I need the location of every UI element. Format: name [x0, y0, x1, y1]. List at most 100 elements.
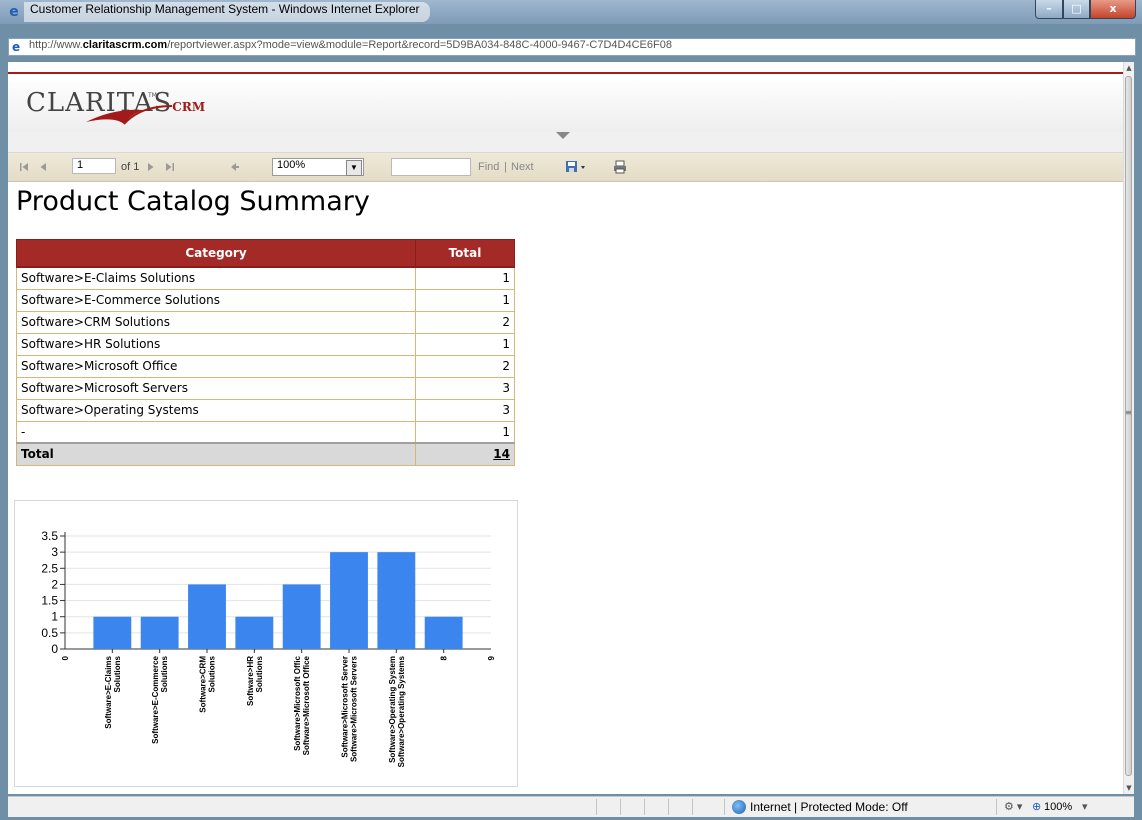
column-header-total[interactable]: Total — [415, 239, 515, 268]
vertical-scrollbar[interactable]: ▲ ≡ ▼ — [1123, 62, 1134, 794]
chart-bar — [235, 616, 274, 649]
x-label-line: 0 — [61, 655, 70, 660]
first-page-icon[interactable] — [18, 159, 30, 175]
table-row: Software>Microsoft Servers 3 — [16, 376, 515, 400]
status-divider — [692, 799, 693, 815]
category-cell: Software>CRM Solutions — [16, 310, 416, 334]
x-label-line: Software>Microsoft Office — [302, 655, 311, 755]
category-cell: - — [16, 420, 416, 444]
y-tick-label: 1 — [51, 610, 58, 624]
close-button[interactable]: x — [1090, 0, 1136, 19]
find-input[interactable] — [391, 158, 471, 176]
printer-icon[interactable] — [612, 159, 628, 175]
x-label-line: Software>HR — [246, 656, 255, 706]
category-cell: Software>Microsoft Servers — [16, 376, 416, 400]
chart-bar — [424, 616, 463, 649]
x-label-line: Solutions — [208, 655, 217, 692]
total-cell: 1 — [415, 288, 515, 312]
table-row: Software>E-Commerce Solutions 1 — [16, 288, 515, 312]
y-tick-label: 2 — [51, 577, 58, 591]
total-cell: 3 — [415, 398, 515, 422]
report-viewer: CLARITASCRM TM 1 of 1 100% ▼ Find | Next… — [8, 62, 1134, 794]
status-divider — [644, 799, 645, 815]
find-separator: | — [504, 161, 507, 173]
zoom-dropdown-icon[interactable]: ▾ — [1082, 797, 1088, 817]
x-label-line: Solutions — [160, 655, 169, 692]
category-cell: Software>Microsoft Office — [16, 354, 416, 378]
chart-bar — [377, 552, 416, 649]
report-title: Product Catalog Summary — [16, 186, 370, 217]
address-bar[interactable]: e http://www.claritascrm.com/reportviewe… — [8, 38, 1136, 56]
zoom-select[interactable]: 100% ▼ — [272, 158, 364, 176]
page-number-input[interactable]: 1 — [72, 158, 116, 174]
ie-logo-icon: e — [9, 4, 19, 20]
zoom-level[interactable]: 100% — [1044, 797, 1072, 817]
page-icon: e — [12, 40, 21, 54]
zoom-icon[interactable]: ⊕ — [1032, 797, 1041, 817]
save-export-icon[interactable] — [564, 159, 588, 175]
previous-page-icon[interactable] — [38, 159, 48, 175]
window-controls: – □ x — [1035, 0, 1136, 20]
category-cell: Software>HR Solutions — [16, 332, 416, 356]
column-header-category[interactable]: Category — [16, 239, 416, 268]
y-tick-label: 1.5 — [41, 594, 58, 608]
last-page-icon[interactable] — [164, 159, 176, 175]
scroll-down-icon[interactable]: ▼ — [1124, 782, 1134, 794]
total-cell: 3 — [415, 376, 515, 400]
x-tick-label: Software>E-ClaimsSolutions — [104, 655, 122, 728]
table-row: Software>HR Solutions 1 — [16, 332, 515, 356]
find-link[interactable]: Find — [478, 159, 499, 175]
scroll-up-icon[interactable]: ▲ — [1124, 62, 1134, 74]
x-label-line: Software>Operating System — [388, 656, 397, 763]
status-divider — [724, 799, 725, 815]
security-settings-icon[interactable]: ⚙ ▾ — [1004, 797, 1022, 817]
report-toolbar: 1 of 1 100% ▼ Find | Next — [8, 153, 1124, 182]
x-label-line: Software>E-Claims — [104, 655, 113, 728]
chart-bar — [188, 584, 226, 649]
total-cell: 1 — [415, 266, 515, 290]
collapse-toggle[interactable] — [8, 132, 1124, 153]
minimize-button[interactable]: – — [1035, 0, 1063, 19]
chevron-down-icon[interactable] — [556, 132, 570, 139]
x-tick-label: Software>HRSolutions — [246, 655, 264, 706]
x-tick-label: Software>Microsoft ServerSoftware>Micros… — [341, 655, 359, 762]
y-tick-label: 3.5 — [41, 529, 58, 543]
x-label-line: Solutions — [113, 655, 122, 692]
total-cell: 1 — [415, 332, 515, 356]
table-header-row: Category Total — [16, 239, 515, 268]
x-tick-label: Software>Operating SystemSoftware>Operat… — [388, 655, 406, 767]
x-tick-label: Software>E-CommerceSolutions — [151, 655, 169, 743]
grip-icon: ≡ — [1125, 408, 1132, 417]
address-path: /reportviewer.aspx?mode=view&module=Repo… — [167, 39, 672, 51]
chart-bar — [140, 616, 179, 649]
ie-window: e Customer Relationship Management Syste… — [0, 0, 1142, 820]
table-row: Software>Microsoft Office 2 — [16, 354, 515, 378]
category-cell: Software>E-Claims Solutions — [16, 266, 416, 290]
x-edge-label: 0 — [61, 655, 70, 660]
status-divider — [620, 799, 621, 815]
table-row: Software>Operating Systems 3 — [16, 398, 515, 422]
x-label-line: Software>Microsoft Servers — [350, 655, 359, 762]
scrollbar-thumb[interactable] — [1125, 76, 1132, 776]
chevron-down-icon[interactable]: ▼ — [346, 160, 362, 176]
total-row: Total 14 — [16, 442, 515, 466]
table-row: Software>E-Claims Solutions 1 — [16, 266, 515, 290]
total-label: Total — [16, 442, 416, 466]
security-zone[interactable]: Internet | Protected Mode: Off — [750, 797, 908, 817]
back-to-parent-icon[interactable] — [228, 159, 240, 175]
zoom-value: 100% — [277, 159, 306, 171]
x-label-line: Software>E-Commerce — [151, 655, 160, 743]
find-next-link[interactable]: Next — [511, 159, 534, 175]
grand-total-link[interactable]: 14 — [415, 442, 515, 466]
window-title: Customer Relationship Management System … — [24, 2, 430, 22]
bar-chart: 00.511.522.533.50 Software>E-ClaimsSoluti… — [41, 529, 496, 767]
address-url[interactable]: http://www.claritascrm.com/reportviewer.… — [29, 39, 672, 55]
x-tick-label: 8 — [440, 655, 449, 660]
maximize-button[interactable]: □ — [1063, 0, 1090, 19]
status-divider — [668, 799, 669, 815]
logo-swoosh-icon — [86, 105, 173, 125]
title-bar: e Customer Relationship Management Syste… — [0, 0, 1142, 24]
x-label-line: Software>Operating Systems — [397, 655, 406, 767]
next-page-icon[interactable] — [146, 159, 156, 175]
chart-bar — [282, 584, 321, 649]
